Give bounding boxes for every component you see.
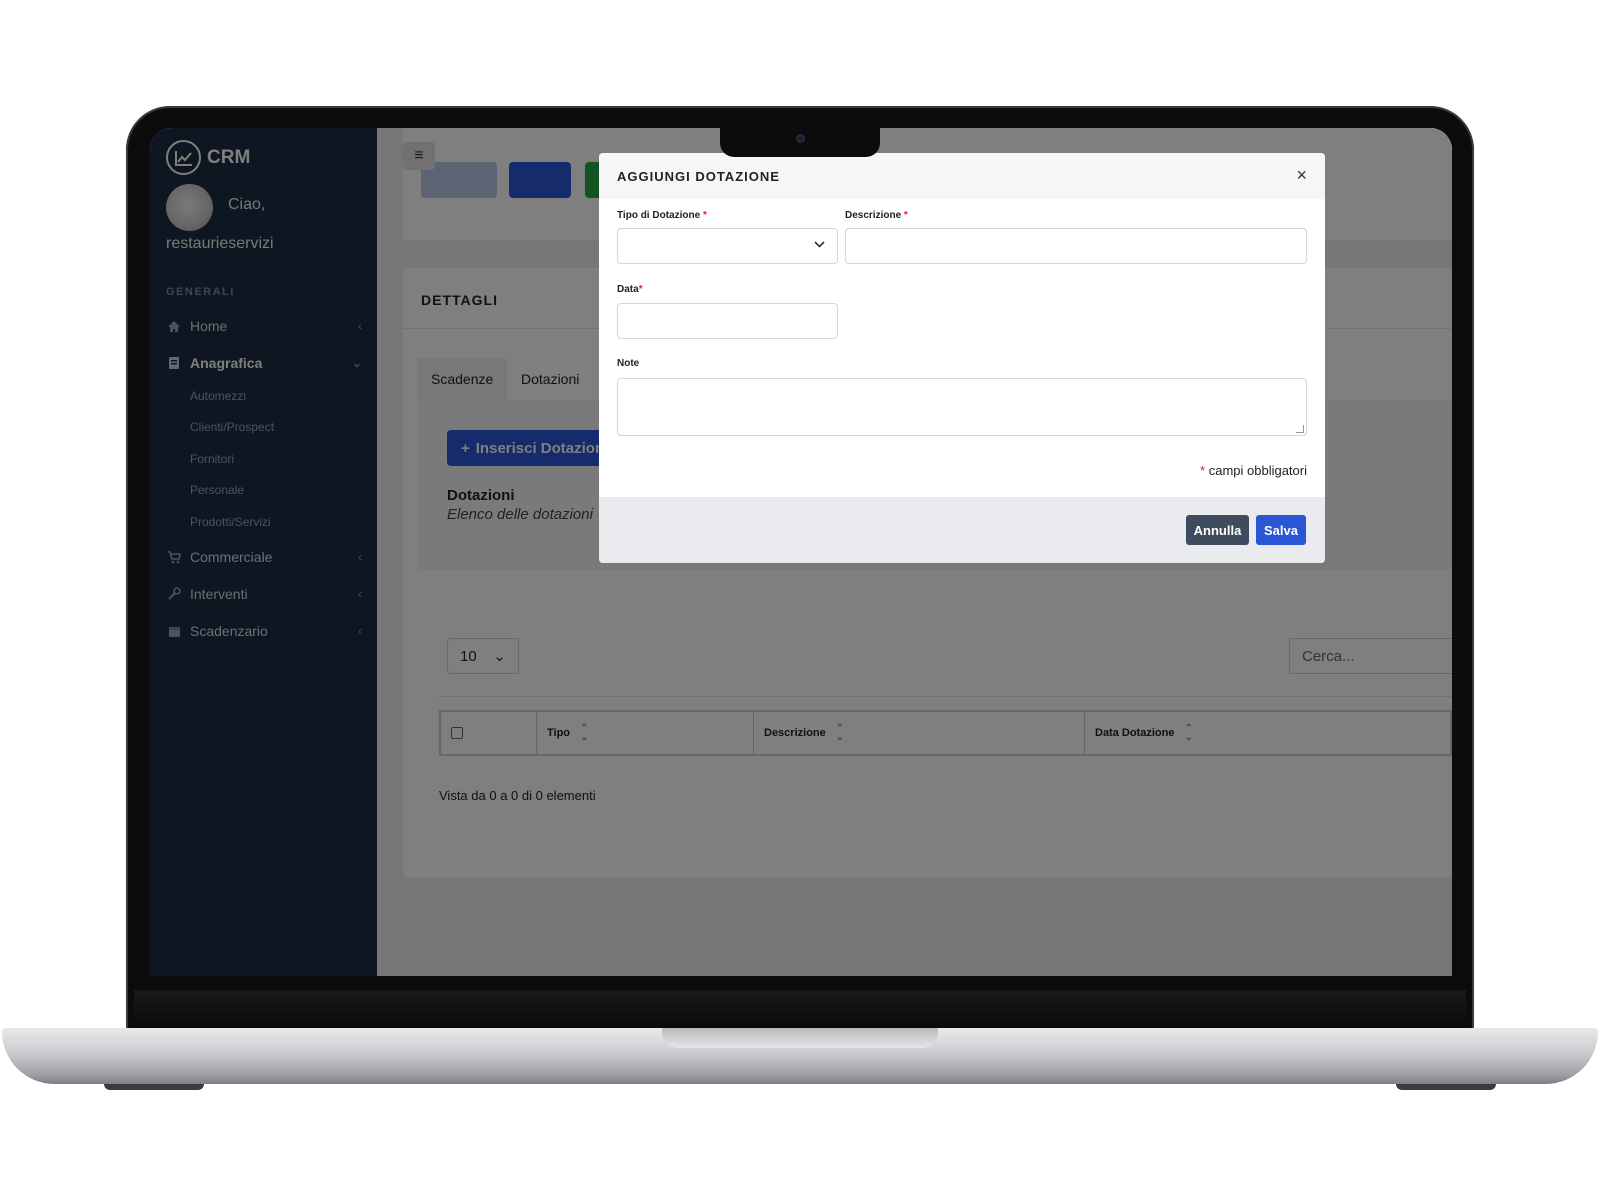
laptop-foot — [1396, 1084, 1496, 1090]
descrizione-label: Descrizione * — [845, 210, 908, 221]
data-input[interactable] — [617, 303, 838, 339]
chevron-down-icon — [814, 239, 825, 251]
data-label: Data* — [617, 284, 643, 295]
tipo-dotazione-select[interactable] — [617, 228, 838, 264]
add-dotazione-modal: AGGIUNGI DOTAZIONE × Tipo di Dotazione *… — [599, 153, 1325, 563]
camera-notch — [720, 128, 880, 157]
modal-footer: Annulla Salva — [599, 497, 1325, 563]
resize-handle-icon[interactable] — [1296, 425, 1304, 433]
close-icon[interactable]: × — [1296, 165, 1307, 186]
modal-header: AGGIUNGI DOTAZIONE × — [599, 153, 1325, 199]
cancel-button[interactable]: Annulla — [1186, 515, 1249, 545]
required-note: * campi obbligatori — [1200, 463, 1307, 478]
camera-icon — [796, 134, 805, 143]
tipo-label: Tipo di Dotazione * — [617, 210, 707, 221]
save-button[interactable]: Salva — [1256, 515, 1306, 545]
laptop-foot — [104, 1084, 204, 1090]
laptop-groove — [662, 1028, 938, 1048]
note-label: Note — [617, 358, 640, 369]
screen: CRM Ciao, restaurieservizi GENERALI Home… — [150, 128, 1452, 976]
modal-title: AGGIUNGI DOTAZIONE — [617, 169, 780, 184]
note-textarea[interactable] — [617, 378, 1307, 436]
laptop-chin — [134, 990, 1466, 1028]
descrizione-input[interactable] — [845, 228, 1307, 264]
